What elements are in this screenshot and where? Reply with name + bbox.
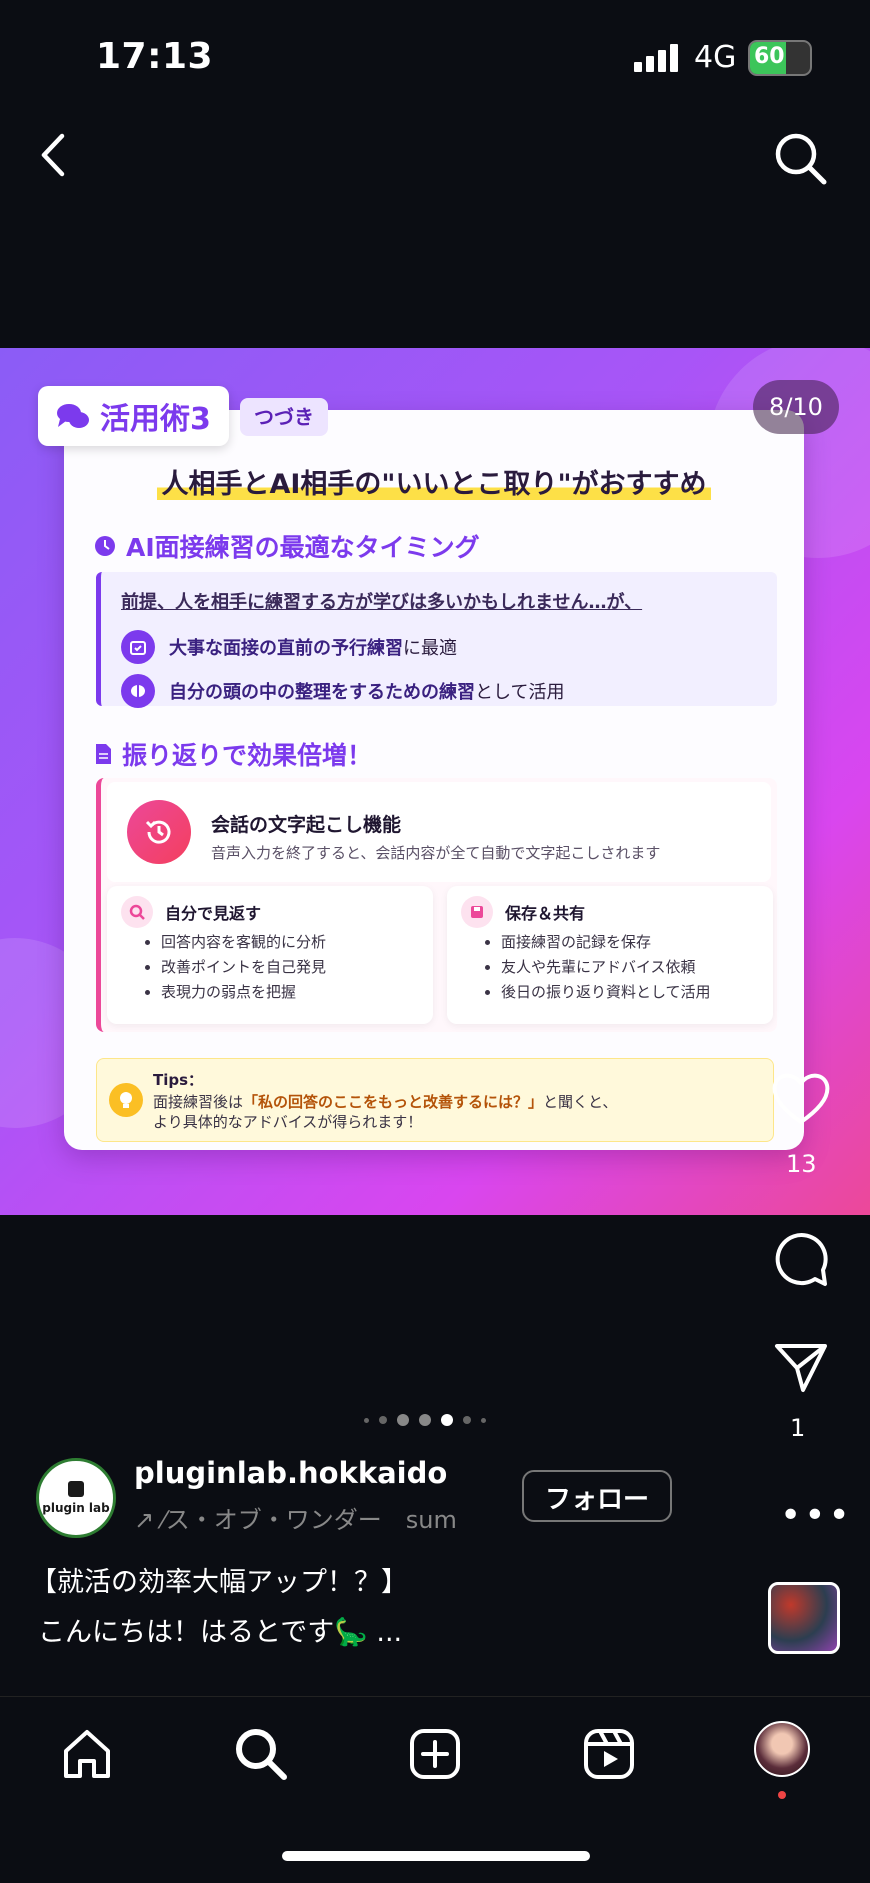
search-icon bbox=[236, 1729, 287, 1780]
panel-title: 自分で見返す bbox=[165, 904, 262, 923]
lightbulb-icon bbox=[109, 1083, 143, 1117]
list-item: 自分の頭の中の整理をするための練習として活用 bbox=[121, 674, 564, 708]
card-headline: 人相手とAI相手の"いいとこ取り"がおすすめ bbox=[64, 462, 804, 501]
page-indicator: 8/10 bbox=[753, 380, 839, 434]
list-item: 後日の振り返り資料として活用 bbox=[501, 980, 711, 1005]
like-button[interactable] bbox=[770, 1070, 832, 1130]
section-heading: 振り返りで効果倍増！ bbox=[94, 736, 372, 772]
feature-panel: 会話の文字起こし機能 音声入力を終了すると、会話内容が全て自動で文字起こしされま… bbox=[107, 782, 771, 882]
status-time: 17:13 bbox=[96, 36, 214, 77]
home-indicator bbox=[282, 1851, 590, 1861]
notification-dot bbox=[778, 1791, 786, 1799]
carousel-dot bbox=[397, 1414, 409, 1426]
nav-create[interactable] bbox=[406, 1725, 464, 1783]
network-label: 4G bbox=[694, 40, 737, 75]
carousel-indicator bbox=[364, 1414, 486, 1426]
share-button[interactable] bbox=[773, 1340, 829, 1398]
battery-icon: 60 bbox=[748, 40, 812, 76]
logo-icon bbox=[68, 1481, 84, 1497]
nav-profile-avatar[interactable] bbox=[754, 1721, 810, 1777]
list-item: 表現力の弱点を把握 bbox=[161, 980, 326, 1005]
audio-thumbnail[interactable] bbox=[768, 1582, 840, 1654]
section-heading: AI面接練習の最適なタイミング bbox=[94, 528, 480, 564]
comment-button[interactable] bbox=[773, 1232, 829, 1292]
carousel-dot-active bbox=[441, 1414, 453, 1426]
save-share-panel: 保存＆共有 面接練習の記録を保存 友人や先輩にアドバイス依頼 後日の振り返り資料… bbox=[447, 886, 773, 1024]
history-icon bbox=[127, 800, 191, 864]
battery-label: 60 bbox=[754, 44, 785, 69]
premise-text: 前提、人を相手に練習する方が学びは多いかもしれません…が、 bbox=[121, 592, 643, 613]
tips-line: より具体的なアドバイスが得られます！ bbox=[153, 1113, 423, 1131]
list-item: 回答内容を客観的に分析 bbox=[161, 930, 326, 955]
caption-line: 【就活の効率大幅アップ！？】 bbox=[30, 1567, 408, 1598]
audio-track-label[interactable]: ↗ ⁄ス・オブ・ワンダー sum bbox=[134, 1500, 494, 1535]
username[interactable]: pluginlab.hokkaido bbox=[134, 1456, 447, 1490]
continued-tag: つづき bbox=[240, 398, 328, 436]
tip-badge: 活用術3 bbox=[38, 386, 229, 446]
share-count: 1 bbox=[790, 1414, 806, 1442]
tips-box: Tips： 面接練習後は「私の回答のここをもっと改善するには？」と聞くと、 より… bbox=[96, 1058, 774, 1142]
carousel-dot bbox=[463, 1416, 471, 1424]
back-button[interactable] bbox=[34, 130, 74, 180]
reels-icon bbox=[584, 1729, 634, 1779]
carousel-dot bbox=[379, 1416, 387, 1424]
avatar-label: plugin lab bbox=[42, 1501, 110, 1515]
magnifier-icon bbox=[121, 896, 153, 928]
list-item: 改善ポイントを自己発見 bbox=[161, 955, 326, 980]
more-options-icon[interactable]: ••• bbox=[780, 1498, 853, 1534]
comment-icon bbox=[775, 1233, 828, 1286]
self-review-panel: 自分で見返す 回答内容を客観的に分析 改善ポイントを自己発見 表現力の弱点を把握 bbox=[107, 886, 433, 1024]
post-image[interactable]: 活用術3 つづき 8/10 人相手とAI相手の"いいとこ取り"がおすすめ AI面… bbox=[0, 348, 870, 1215]
timing-box: 前提、人を相手に練習する方が学びは多いかもしれません…が、 大事な面接の直前の予… bbox=[96, 572, 777, 708]
follow-button[interactable]: フォロー bbox=[522, 1470, 672, 1522]
bottom-nav bbox=[0, 1696, 870, 1883]
brain-icon bbox=[121, 674, 155, 708]
caption-line[interactable]: こんにちは！はるとです🦕 ... bbox=[38, 1610, 402, 1649]
carousel-dot bbox=[481, 1417, 486, 1423]
nav-home[interactable] bbox=[58, 1725, 116, 1783]
plus-square-icon bbox=[410, 1729, 460, 1779]
feature-description: 音声入力を終了すると、会話内容が全て自動で文字起こしされます bbox=[211, 844, 661, 862]
chat-icon bbox=[57, 404, 89, 428]
search-button[interactable] bbox=[772, 130, 828, 186]
list-item: 友人や先輩にアドバイス依頼 bbox=[501, 955, 711, 980]
home-icon bbox=[64, 1730, 110, 1778]
like-count: 13 bbox=[786, 1150, 817, 1178]
list-item: 大事な面接の直前の予行練習に最適 bbox=[121, 630, 457, 664]
review-box: 会話の文字起こし機能 音声入力を終了すると、会話内容が全て自動で文字起こしされま… bbox=[96, 778, 777, 1032]
heart-icon bbox=[772, 1073, 830, 1124]
tips-title: Tips： bbox=[153, 1071, 204, 1089]
list-item: 面接練習の記録を保存 bbox=[501, 930, 711, 955]
feature-title: 会話の文字起こし機能 bbox=[211, 814, 402, 836]
tips-line: 面接練習後は「私の回答のここをもっと改善するには？」と聞くと、 bbox=[153, 1093, 618, 1111]
chevron-left-icon bbox=[41, 133, 65, 177]
calendar-icon bbox=[121, 630, 155, 664]
carousel-dot bbox=[419, 1414, 431, 1426]
clock-icon bbox=[95, 536, 115, 556]
carousel-dot bbox=[364, 1417, 369, 1423]
avatar[interactable]: plugin lab bbox=[36, 1458, 116, 1538]
nav-reels[interactable] bbox=[580, 1725, 638, 1783]
document-icon bbox=[96, 744, 111, 764]
info-card: 人相手とAI相手の"いいとこ取り"がおすすめ AI面接練習の最適なタイミング 前… bbox=[64, 410, 804, 1150]
send-icon bbox=[775, 1344, 827, 1392]
save-icon bbox=[461, 896, 493, 928]
panel-title: 保存＆共有 bbox=[505, 904, 586, 923]
search-icon bbox=[775, 133, 827, 185]
nav-search[interactable] bbox=[232, 1725, 290, 1783]
signal-icon bbox=[634, 44, 680, 76]
badge-label: 活用術3 bbox=[100, 402, 211, 437]
